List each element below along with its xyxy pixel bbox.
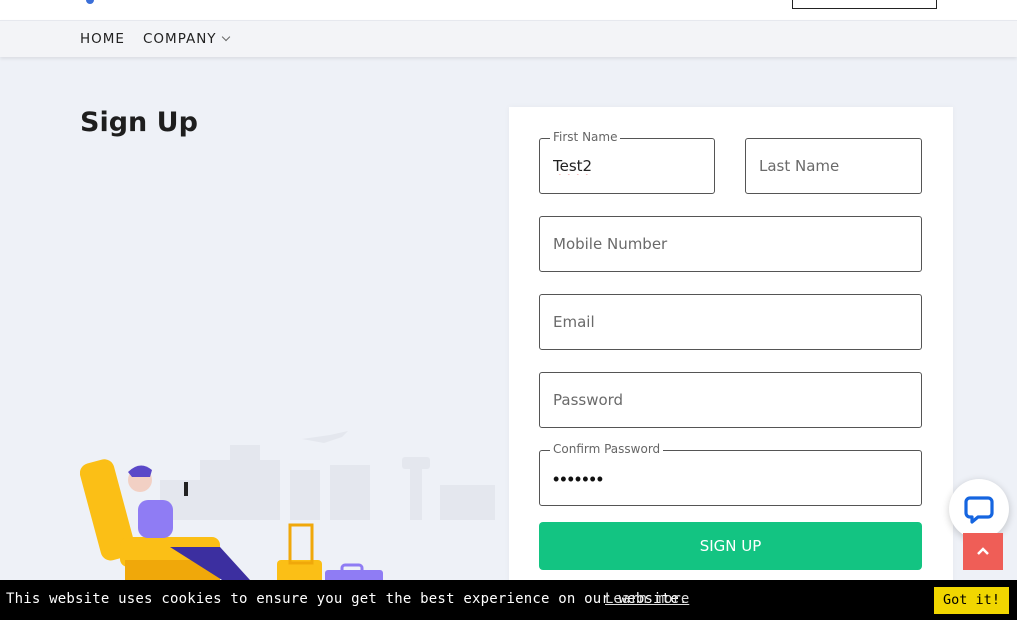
chevron-up-icon: [977, 547, 989, 555]
chat-bubble-icon: [964, 496, 994, 524]
first-name-field[interactable]: First Name: [539, 130, 715, 194]
email-input[interactable]: [553, 295, 908, 349]
traveler-illustration: [80, 431, 495, 585]
logo[interactable]: [86, 0, 94, 4]
page-title: Sign Up: [80, 107, 198, 138]
password-field[interactable]: [539, 372, 922, 428]
cookie-consent-bar: This website uses cookies to ensure you …: [0, 580, 1017, 620]
password-input[interactable]: [553, 373, 908, 427]
chat-button[interactable]: [949, 479, 1009, 539]
top-header: [0, 0, 1017, 20]
confirm-password-masked-value[interactable]: •••••••: [553, 469, 604, 490]
sign-up-button[interactable]: SIGN UP: [539, 522, 922, 570]
airport-background: [160, 431, 495, 520]
nav-company[interactable]: COMPANY: [143, 31, 230, 47]
cookie-learn-more-link[interactable]: Learn more: [605, 591, 689, 607]
cookie-accept-button[interactable]: Got it!: [934, 587, 1009, 614]
last-name-input[interactable]: [759, 139, 908, 193]
confirm-password-label: Confirm Password: [550, 442, 664, 456]
confirm-password-field[interactable]: Confirm Password •••••••: [539, 442, 922, 506]
mobile-number-input[interactable]: [553, 217, 908, 271]
last-name-field[interactable]: [745, 138, 922, 194]
email-field[interactable]: [539, 294, 922, 350]
header-action-button[interactable]: [792, 0, 937, 9]
first-name-input[interactable]: [553, 139, 701, 193]
cookie-message: This website uses cookies to ensure you …: [6, 591, 688, 607]
chevron-down-icon: [221, 32, 230, 42]
mobile-number-field[interactable]: [539, 216, 922, 272]
nav-home[interactable]: HOME: [80, 31, 125, 47]
luggage: [277, 523, 383, 585]
main-nav: HOME COMPANY: [0, 20, 1017, 57]
scroll-to-top-button[interactable]: [963, 533, 1003, 570]
nav-company-label: COMPANY: [143, 31, 217, 47]
